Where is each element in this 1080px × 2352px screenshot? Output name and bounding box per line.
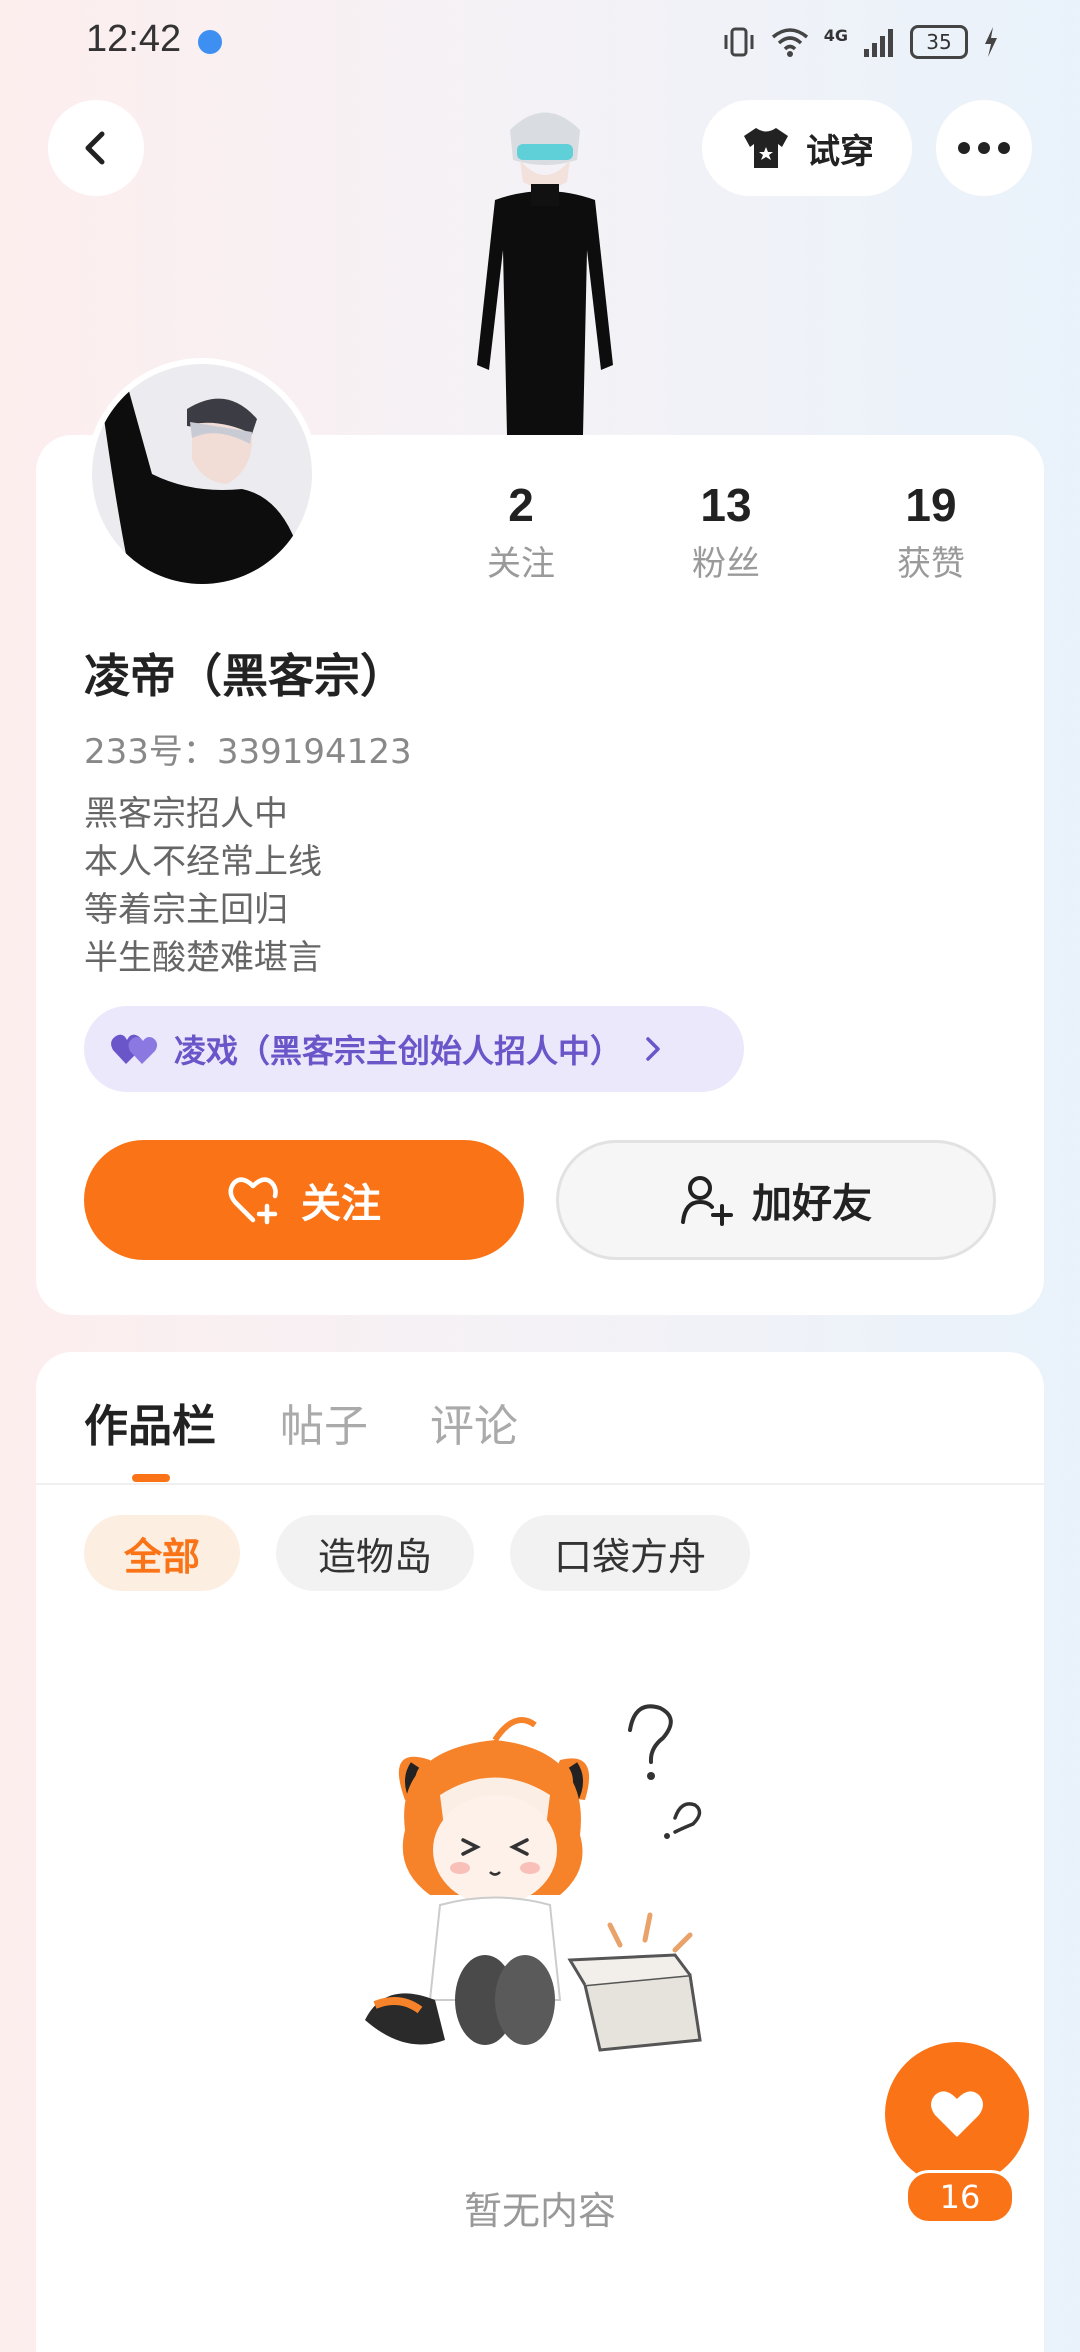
status-bar: 12:42 4G 35	[0, 0, 1080, 80]
chevron-left-icon	[85, 131, 105, 165]
heart-icon	[931, 2091, 983, 2137]
notification-dot-icon	[198, 30, 222, 54]
likes-count: 19	[905, 479, 957, 531]
bio-line: 等着宗主回归	[84, 890, 288, 930]
avatar-character-figure	[455, 100, 635, 435]
filter-koudaifangzhou[interactable]: 口袋方舟	[510, 1515, 750, 1591]
stat-following[interactable]: 2 关注	[441, 478, 601, 585]
guild-name: 凌戏（黑客宗主创始人招人中）	[174, 1032, 623, 1070]
status-icons: 4G 35	[722, 22, 1000, 62]
double-heart-icon	[111, 1034, 158, 1064]
signal-icon	[864, 29, 893, 57]
chevron-right-icon	[646, 1037, 660, 1061]
add-friend-label: 加好友	[752, 1181, 872, 1227]
tab-comments[interactable]: 评论	[430, 1390, 518, 1454]
following-label: 关注	[487, 544, 555, 584]
bio-line: 半生酸楚难堪言	[84, 938, 322, 978]
filter-zaowudao[interactable]: 造物岛	[276, 1515, 474, 1591]
add-friend-button[interactable]: 加好友	[556, 1140, 996, 1260]
likes-label: 获赞	[897, 544, 965, 584]
filter-all[interactable]: 全部	[84, 1515, 240, 1591]
empty-state-illustration	[345, 1700, 765, 2120]
more-options-button[interactable]	[936, 100, 1032, 196]
username: 凌帝（黑客宗）	[84, 649, 406, 703]
like-count-badge: 16	[905, 2170, 1015, 2224]
stat-fans[interactable]: 13 粉丝	[646, 478, 806, 585]
vibrate-icon	[724, 27, 754, 57]
follow-label: 关注	[301, 1181, 381, 1227]
user-id: 233号：339194123	[84, 732, 412, 772]
wifi-icon	[771, 28, 808, 57]
bio-line: 黑客宗招人中	[84, 794, 288, 834]
divider	[36, 1483, 1044, 1485]
back-button[interactable]	[48, 100, 144, 196]
following-count: 2	[508, 479, 534, 531]
network-type: 4G	[823, 25, 848, 45]
guild-link[interactable]: 凌戏（黑客宗主创始人招人中）	[84, 1006, 744, 1092]
stat-likes[interactable]: 19 获赞	[851, 478, 1011, 585]
follow-button[interactable]: 关注	[84, 1140, 524, 1260]
fans-count: 13	[700, 479, 752, 531]
tab-indicator	[132, 1474, 170, 1482]
charging-icon	[985, 27, 997, 57]
status-time: 12:42	[86, 18, 182, 60]
battery-indicator: 35	[910, 25, 968, 59]
tab-posts[interactable]: 帖子	[280, 1390, 368, 1454]
bio-line: 本人不经常上线	[84, 842, 322, 882]
avatar[interactable]	[86, 358, 318, 590]
more-dots-icon	[958, 142, 1010, 154]
try-on-label: 试穿	[806, 131, 874, 172]
add-user-icon	[681, 1176, 733, 1226]
bio: 黑客宗招人中 本人不经常上线 等着宗主回归 半生酸楚难堪言	[84, 790, 322, 982]
try-on-button[interactable]: 试穿	[702, 100, 912, 196]
fans-label: 粉丝	[692, 544, 760, 584]
heart-plus-icon	[228, 1177, 278, 1225]
tab-works[interactable]: 作品栏	[84, 1390, 216, 1454]
tshirt-icon	[744, 128, 788, 168]
floating-like-button[interactable]	[885, 2042, 1029, 2186]
